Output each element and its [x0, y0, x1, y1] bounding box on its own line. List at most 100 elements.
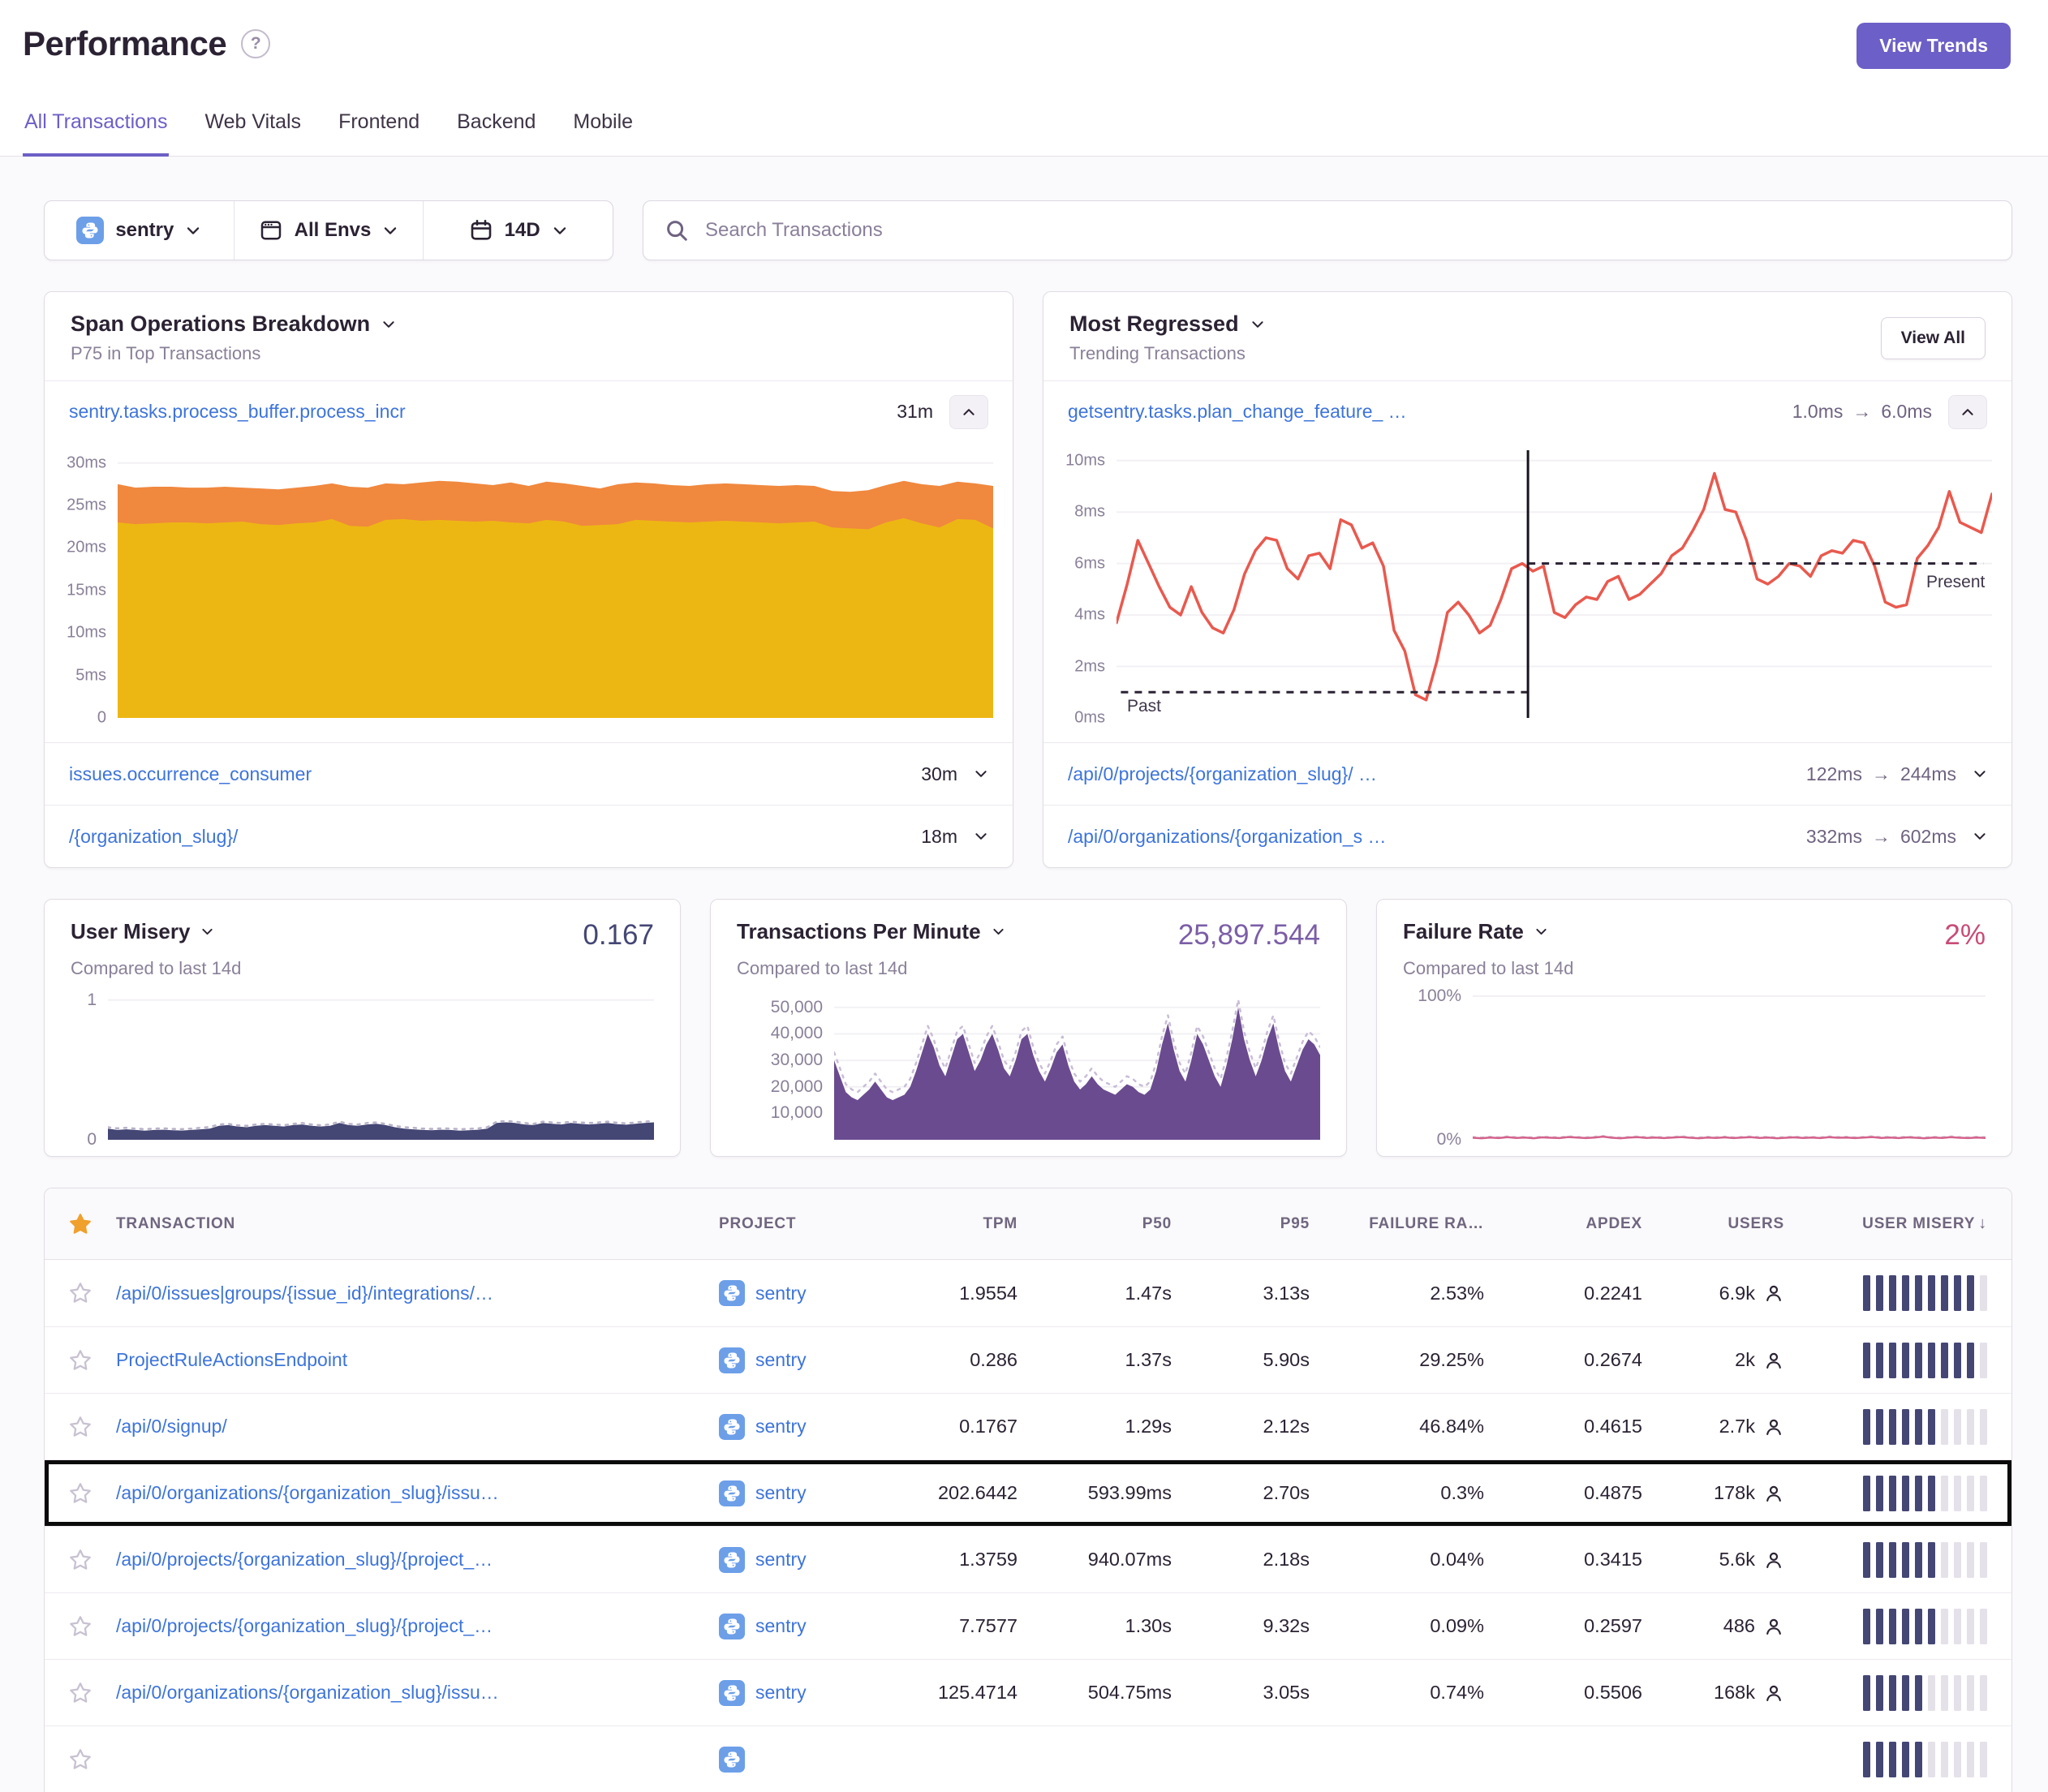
- star-toggle[interactable]: [45, 1415, 116, 1439]
- collapse-button[interactable]: [949, 395, 988, 429]
- transaction-link[interactable]: /api/0/organizations/{organization_slug}…: [116, 1682, 719, 1704]
- transaction-link[interactable]: /api/0/projects/{organization_slug}/{pro…: [116, 1549, 719, 1571]
- span-operations-panel: Span Operations Breakdown P75 in Top Tra…: [44, 291, 1013, 868]
- chevron-down-icon: [552, 226, 568, 236]
- project-link[interactable]: sentry: [755, 1615, 807, 1637]
- failure-rate-cell: 0.3%: [1334, 1482, 1508, 1504]
- project-filter[interactable]: sentry: [45, 201, 234, 260]
- user-icon: [1763, 1483, 1784, 1504]
- user-misery-dropdown[interactable]: User Misery: [71, 919, 214, 944]
- chevron-down-icon[interactable]: [1973, 769, 1987, 779]
- transaction-link[interactable]: /api/0/projects/{organization_slug}/{pro…: [116, 1615, 719, 1637]
- python-project-icon: [719, 1547, 745, 1573]
- table-row[interactable]: /api/0/signup/ sentry 0.1767 1.29s 2.12s…: [45, 1393, 2011, 1459]
- p95-cell: 3.13s: [1196, 1283, 1334, 1304]
- table-row[interactable]: /api/0/issues|groups/{issue_id}/integrat…: [45, 1260, 2011, 1326]
- most-regressed-subtitle: Trending Transactions: [1069, 343, 1265, 364]
- column-users[interactable]: USERS: [1667, 1215, 1809, 1233]
- help-icon[interactable]: ?: [241, 29, 270, 58]
- view-all-button[interactable]: View All: [1881, 317, 1986, 359]
- favorites-column-icon[interactable]: [45, 1212, 116, 1236]
- tab-bar: All Transactions Web Vitals Frontend Bac…: [0, 110, 2048, 157]
- star-toggle[interactable]: [45, 1348, 116, 1373]
- page-header: Performance ? View Trends All Transactio…: [0, 0, 2048, 157]
- chevron-down-icon[interactable]: [1973, 832, 1987, 841]
- project-link[interactable]: sentry: [755, 1283, 807, 1304]
- star-toggle[interactable]: [45, 1681, 116, 1705]
- table-row[interactable]: /api/0/organizations/{organization_slug}…: [45, 1459, 2011, 1526]
- regressed-transaction-link[interactable]: /api/0/projects/{organization_slug}/ …: [1068, 763, 1790, 785]
- failure-rate-dropdown[interactable]: Failure Rate: [1403, 919, 1548, 944]
- tpm-chart[interactable]: 50,00040,00030,00020,00010,000: [737, 989, 1320, 1144]
- star-toggle[interactable]: [45, 1548, 116, 1572]
- table-row[interactable]: /api/0/projects/{organization_slug}/{pro…: [45, 1526, 2011, 1592]
- span-operations-chart[interactable]: 30ms25ms20ms15ms10ms5ms0: [46, 450, 993, 718]
- column-tpm[interactable]: TPM: [904, 1215, 1042, 1233]
- transaction-link[interactable]: ProjectRuleActionsEndpoint: [116, 1349, 719, 1371]
- project-link[interactable]: sentry: [755, 1349, 807, 1371]
- chevron-down-icon[interactable]: [974, 832, 988, 841]
- star-toggle[interactable]: [45, 1481, 116, 1506]
- span-op-link[interactable]: sentry.tasks.process_buffer.process_incr: [69, 401, 880, 423]
- tab-frontend[interactable]: Frontend: [337, 110, 421, 157]
- column-p50[interactable]: P50: [1042, 1215, 1196, 1233]
- column-user-misery[interactable]: USER MISERY↓: [1809, 1214, 2011, 1233]
- table-row[interactable]: [45, 1725, 2011, 1792]
- tpm-value: 25,897.544: [1178, 919, 1320, 952]
- p50-cell: 1.29s: [1042, 1416, 1196, 1437]
- table-row[interactable]: ProjectRuleActionsEndpoint sentry 0.286 …: [45, 1326, 2011, 1393]
- regression-arrow-icon: →: [1872, 826, 1891, 848]
- column-apdex[interactable]: APDEX: [1508, 1215, 1667, 1233]
- span-operations-dropdown[interactable]: Span Operations Breakdown: [71, 312, 396, 337]
- star-toggle[interactable]: [45, 1281, 116, 1305]
- star-toggle[interactable]: [45, 1747, 116, 1772]
- tab-mobile[interactable]: Mobile: [571, 110, 635, 157]
- view-trends-button[interactable]: View Trends: [1857, 23, 2011, 69]
- span-op-link[interactable]: issues.occurrence_consumer: [69, 763, 905, 785]
- transaction-link[interactable]: /api/0/organizations/{organization_slug}…: [116, 1482, 719, 1504]
- chevron-down-icon: [382, 226, 398, 236]
- column-transaction[interactable]: TRANSACTION: [116, 1215, 719, 1233]
- p50-cell: 593.99ms: [1042, 1482, 1196, 1504]
- tab-all-transactions[interactable]: All Transactions: [23, 110, 169, 157]
- most-regressed-chart[interactable]: 10ms8ms6ms4ms2ms0msPastPresent: [1045, 450, 1992, 718]
- failure-rate-cell: 0.04%: [1334, 1549, 1508, 1571]
- column-project[interactable]: PROJECT: [719, 1215, 904, 1233]
- table-row[interactable]: /api/0/projects/{organization_slug}/{pro…: [45, 1592, 2011, 1659]
- regression-arrow-icon: →: [1872, 763, 1891, 785]
- project-link[interactable]: sentry: [755, 1682, 807, 1704]
- transaction-link[interactable]: /api/0/issues|groups/{issue_id}/integrat…: [116, 1283, 719, 1304]
- p50-cell: 504.75ms: [1042, 1682, 1196, 1704]
- regressed-transaction-link[interactable]: getsentry.tasks.plan_change_feature_ …: [1068, 401, 1776, 423]
- apdex-cell: 0.2674: [1508, 1349, 1667, 1371]
- project-link[interactable]: sentry: [755, 1482, 807, 1504]
- project-link[interactable]: sentry: [755, 1416, 807, 1437]
- tab-web-vitals[interactable]: Web Vitals: [203, 110, 303, 157]
- filter-bar: sentry All Envs 14D: [44, 200, 2012, 260]
- tpm-cell: 1.3759: [904, 1549, 1042, 1571]
- regressed-transaction-link[interactable]: /api/0/organizations/{organization_s …: [1068, 826, 1790, 848]
- collapse-button[interactable]: [1948, 395, 1987, 429]
- chevron-down-icon[interactable]: [974, 769, 988, 779]
- table-row[interactable]: /api/0/organizations/{organization_slug}…: [45, 1659, 2011, 1725]
- user-misery-chart[interactable]: 10: [71, 989, 654, 1144]
- column-p95[interactable]: P95: [1196, 1215, 1334, 1233]
- date-range-filter[interactable]: 14D: [423, 201, 613, 260]
- most-regressed-dropdown[interactable]: Most Regressed: [1069, 312, 1265, 337]
- regressed-row: getsentry.tasks.plan_change_feature_ … 1…: [1043, 380, 2011, 442]
- star-toggle[interactable]: [45, 1614, 116, 1639]
- column-failure-rate[interactable]: FAILURE RA…: [1334, 1215, 1508, 1233]
- failure-rate-chart[interactable]: 100%0%: [1403, 989, 1986, 1144]
- chevron-down-icon: [381, 320, 396, 329]
- transaction-link[interactable]: /api/0/signup/: [116, 1416, 719, 1437]
- environment-filter[interactable]: All Envs: [234, 201, 424, 260]
- project-link[interactable]: sentry: [755, 1549, 807, 1571]
- failure-rate-cell: 46.84%: [1334, 1416, 1508, 1437]
- tpm-dropdown[interactable]: Transactions Per Minute: [737, 919, 1005, 944]
- user-icon: [1763, 1350, 1784, 1371]
- environment-icon: [259, 218, 283, 243]
- search-input[interactable]: [703, 218, 1990, 243]
- chevron-up-icon: [962, 407, 976, 417]
- span-op-link[interactable]: /{organization_slug}/: [69, 826, 905, 848]
- tab-backend[interactable]: Backend: [455, 110, 537, 157]
